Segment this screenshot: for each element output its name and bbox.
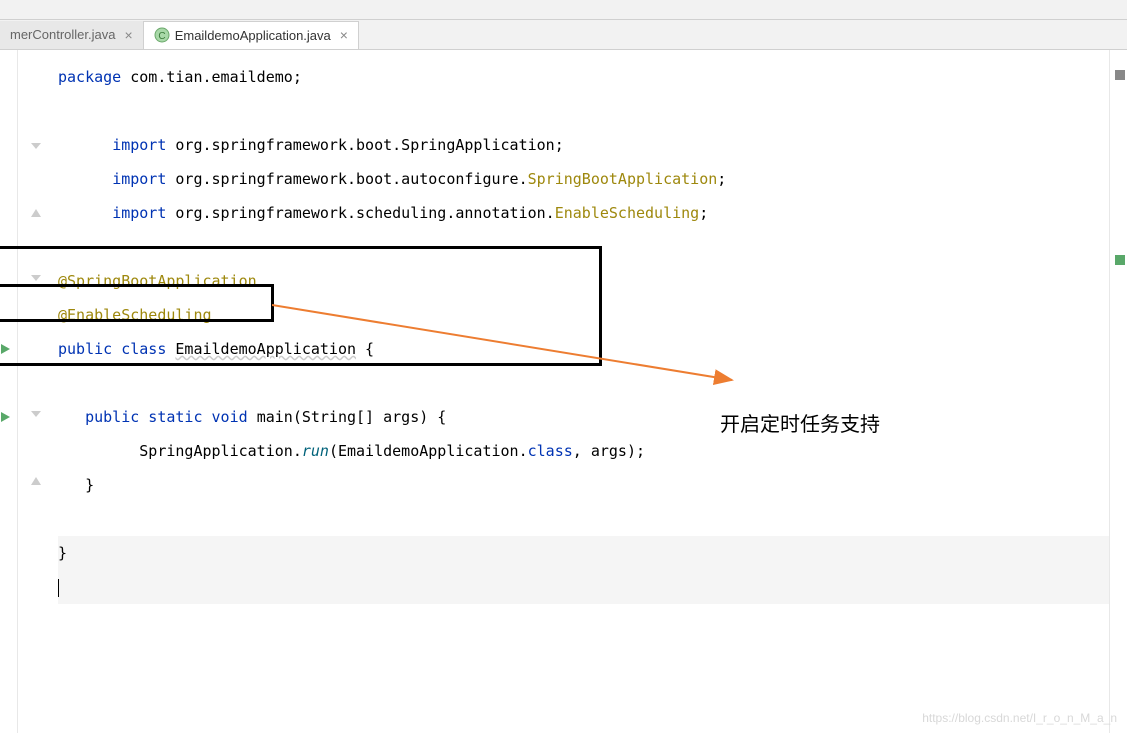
java-class-icon: C [154, 27, 170, 43]
text-cursor [58, 579, 59, 597]
ok-marker[interactable] [1115, 250, 1125, 260]
close-icon[interactable]: × [125, 27, 133, 43]
fold-icon[interactable] [30, 140, 42, 152]
code-line: import org.springframework.boot.SpringAp… [58, 128, 1109, 162]
fold-icon[interactable] [30, 208, 42, 220]
tab-label: EmaildemoApplication.java [175, 28, 331, 43]
code-line [58, 570, 1109, 604]
code-editor[interactable]: package com.tian.emaildemo; import org.s… [0, 50, 1127, 733]
tab-label: merController.java [10, 27, 116, 42]
code-area[interactable]: package com.tian.emaildemo; import org.s… [58, 50, 1109, 733]
right-marker-gutter [1109, 50, 1127, 733]
code-line: SpringApplication.run(EmaildemoApplicati… [58, 434, 1109, 468]
code-line [58, 94, 1109, 128]
code-line [58, 230, 1109, 264]
fold-icon[interactable] [30, 272, 42, 284]
fold-icon[interactable] [30, 476, 42, 488]
editor-tab-bar: merController.java × C EmaildemoApplicat… [0, 20, 1127, 50]
left-margin-gutter [0, 50, 18, 733]
code-line: import org.springframework.boot.autoconf… [58, 162, 1109, 196]
run-icon[interactable] [0, 408, 11, 427]
code-line [58, 502, 1109, 536]
code-line: package com.tian.emaildemo; [58, 60, 1109, 94]
close-icon[interactable]: × [340, 27, 348, 43]
code-line: } [58, 536, 1109, 570]
toolbar-area [0, 0, 1127, 20]
svg-text:C: C [158, 31, 165, 42]
code-line [58, 366, 1109, 400]
code-line: import org.springframework.scheduling.an… [58, 196, 1109, 230]
code-line: public static void main(String[] args) { [58, 400, 1109, 434]
run-icon[interactable] [0, 340, 11, 359]
tab-emaildemo-application[interactable]: C EmaildemoApplication.java × [143, 21, 359, 49]
code-line: @EnableScheduling [58, 298, 1109, 332]
code-line: } [58, 468, 1109, 502]
warning-marker[interactable] [1115, 65, 1125, 75]
code-line: @SpringBootApplication [58, 264, 1109, 298]
tab-mer-controller[interactable]: merController.java × [0, 21, 143, 49]
code-line: public class EmaildemoApplication { [58, 332, 1109, 366]
fold-icon[interactable] [30, 408, 42, 420]
line-gutter [18, 50, 58, 733]
